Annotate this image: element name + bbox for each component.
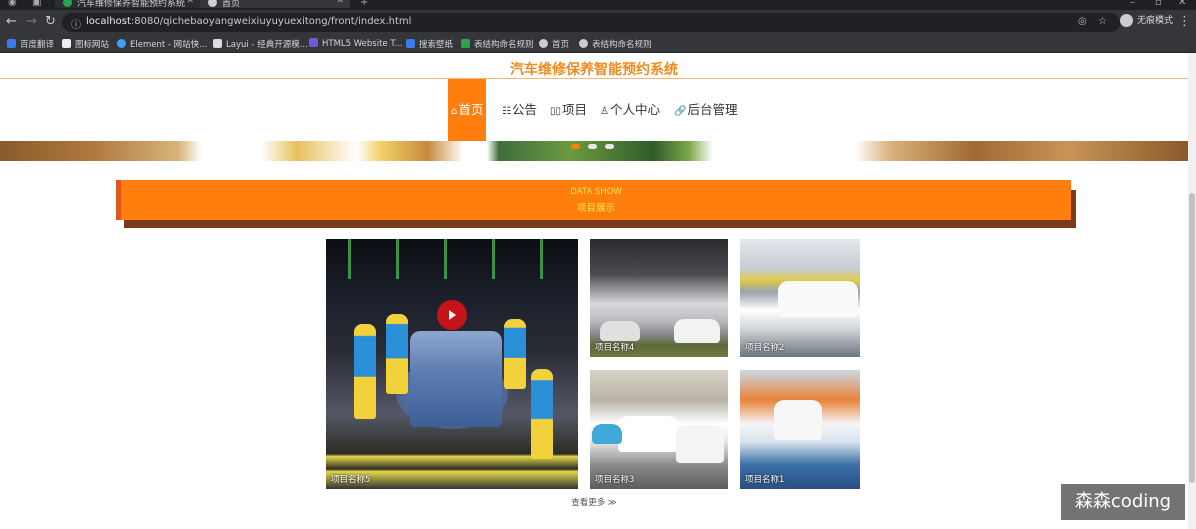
site-header: 汽车维修保养智能预约系统 <box>0 53 1188 79</box>
card-label: 项目名称1 <box>745 475 785 485</box>
page-content: 汽车维修保养智能预约系统 ⌂首页 ☷公告 ▯▯项目 ♙个人中心 🔗后台管理 DA… <box>0 53 1188 529</box>
header-divider <box>0 78 1188 79</box>
car-image <box>410 331 502 427</box>
notice-icon: ☷ <box>502 106 511 117</box>
tab-favicon-icon <box>208 0 217 7</box>
bookmark-icon <box>117 39 126 48</box>
home-icon: ⌂ <box>451 106 458 117</box>
car-image <box>618 416 678 452</box>
tab-close-icon[interactable]: ✕ <box>186 0 194 6</box>
card-label: 项目名称5 <box>331 475 371 485</box>
page-scrollbar[interactable] <box>1188 53 1196 529</box>
banner-carousel[interactable] <box>0 141 1188 161</box>
project-card[interactable]: 项目名称5 <box>326 239 578 489</box>
bookmark-icon <box>406 39 415 48</box>
car-image <box>674 319 720 343</box>
tab-title: 汽车维修保养智能预约系统 <box>77 0 186 9</box>
card-label: 项目名称4 <box>595 343 635 353</box>
card-label: 项目名称2 <box>745 343 785 353</box>
incognito-icon <box>1120 14 1133 27</box>
site-title: 汽车维修保养智能预约系统 <box>510 62 678 78</box>
watermark-text: 森森coding <box>1061 484 1185 520</box>
car-image <box>778 281 858 317</box>
user-icon: ♙ <box>600 106 609 117</box>
tab-title: 首页 <box>222 0 241 9</box>
card-label: 项目名称3 <box>595 475 635 485</box>
bookmark-item[interactable]: 表结构命名规则 <box>579 38 652 50</box>
bookmark-item[interactable]: Layui - 经典开源模... <box>213 38 308 50</box>
worker-image <box>531 369 553 459</box>
play-icon[interactable] <box>437 300 467 330</box>
section-title-cn: 项目展示 <box>576 203 615 214</box>
browser-tab-admin[interactable]: 汽车维修保养智能预约系统 ✕ <box>55 0 200 9</box>
bookmark-item[interactable]: 首页 <box>539 38 569 50</box>
carousel-dot[interactable] <box>588 144 597 149</box>
bookmark-item[interactable]: 表结构命名规则 <box>461 38 534 50</box>
card-image <box>326 239 578 279</box>
worker-image <box>504 319 526 389</box>
close-window-icon[interactable]: ✕ <box>1178 0 1186 8</box>
project-card[interactable]: 项目名称4 <box>590 239 728 357</box>
view-more-link[interactable]: 查看更多 ≫ <box>0 496 1188 508</box>
tab-close-icon[interactable]: ✕ <box>336 0 344 6</box>
url-input[interactable]: ⓘ localhost:8080/qichebaoyangweixiuyuyue… <box>62 13 1120 32</box>
bookmark-icon <box>539 39 548 48</box>
reload-icon[interactable]: ↻ <box>45 15 56 29</box>
project-card[interactable]: 项目名称3 <box>590 370 728 489</box>
bookmark-icon <box>579 39 588 48</box>
project-card[interactable]: 项目名称2 <box>740 239 860 357</box>
browser-tab-bar: ◉ ▣ 汽车维修保养智能预约系统 ✕ 首页 ✕ + – ▫ ✕ <box>0 0 1196 10</box>
link-icon: 🔗 <box>674 106 687 117</box>
window-icon[interactable]: ▣ <box>32 0 41 8</box>
section-title-en: DATA SHOW <box>570 187 622 197</box>
forward-icon[interactable]: → <box>26 15 37 29</box>
browser-menu-icon[interactable]: ◉ <box>8 0 17 8</box>
bookmark-icon <box>62 39 71 48</box>
back-icon[interactable]: ← <box>6 15 17 29</box>
bookmarks-bar: 百度翻译 图标网站 Element - 网站快... Layui - 经典开源模… <box>0 35 1196 53</box>
nav-item-user-center[interactable]: ♙个人中心 <box>600 79 660 141</box>
nav-item-admin[interactable]: 🔗后台管理 <box>674 79 737 141</box>
bookmark-item[interactable]: HTML5 Website T... <box>309 38 403 49</box>
bookmark-icon <box>309 38 318 47</box>
browser-tab-home[interactable]: 首页 ✕ <box>200 0 350 9</box>
carousel-dot[interactable] <box>571 144 580 149</box>
address-bar: ← → ↻ ⓘ localhost:8080/qichebaoyangweixi… <box>0 10 1196 35</box>
car-image <box>600 321 640 341</box>
new-tab-icon[interactable]: + <box>360 0 368 8</box>
bookmark-item[interactable]: 搜索壁纸 <box>406 38 453 50</box>
url-text: localhost:8080/qichebaoyangweixiuyuyuexi… <box>86 16 412 27</box>
project-card[interactable]: 项目名称1 <box>740 370 860 489</box>
bookmark-star-icon[interactable]: ☆ <box>1098 16 1107 27</box>
bookmark-icon <box>7 39 16 48</box>
carousel-dot[interactable] <box>605 144 614 149</box>
section-header: DATA SHOW 项目展示 <box>116 180 1071 220</box>
maximize-icon[interactable]: ▫ <box>1155 0 1162 8</box>
bookmark-item[interactable]: Element - 网站快... <box>117 38 207 50</box>
nav-item-notice[interactable]: ☷公告 <box>502 79 537 141</box>
more-menu-icon[interactable]: ⋮ <box>1178 15 1191 29</box>
nav-item-home[interactable]: ⌂首页 <box>448 79 487 141</box>
nav-item-project[interactable]: ▯▯项目 <box>550 79 587 141</box>
bookmark-icon <box>461 39 470 48</box>
profile-button[interactable]: 无痕模式 <box>1120 13 1173 32</box>
worker-image <box>354 324 376 419</box>
scrollbar-thumb[interactable] <box>1189 193 1195 483</box>
worker-image <box>386 314 408 394</box>
project-icon: ▯▯ <box>550 106 562 117</box>
incognito-eye-icon[interactable]: ◎ <box>1078 16 1087 27</box>
info-icon[interactable]: ⓘ <box>71 16 81 31</box>
car-image <box>774 400 822 440</box>
car-image <box>592 424 622 444</box>
bookmark-icon <box>213 39 222 48</box>
tab-favicon-icon <box>63 0 72 7</box>
car-image <box>676 425 724 463</box>
bookmark-item[interactable]: 图标网站 <box>62 38 109 50</box>
bookmark-item[interactable]: 百度翻译 <box>7 38 54 50</box>
minimize-icon[interactable]: – <box>1130 0 1135 8</box>
